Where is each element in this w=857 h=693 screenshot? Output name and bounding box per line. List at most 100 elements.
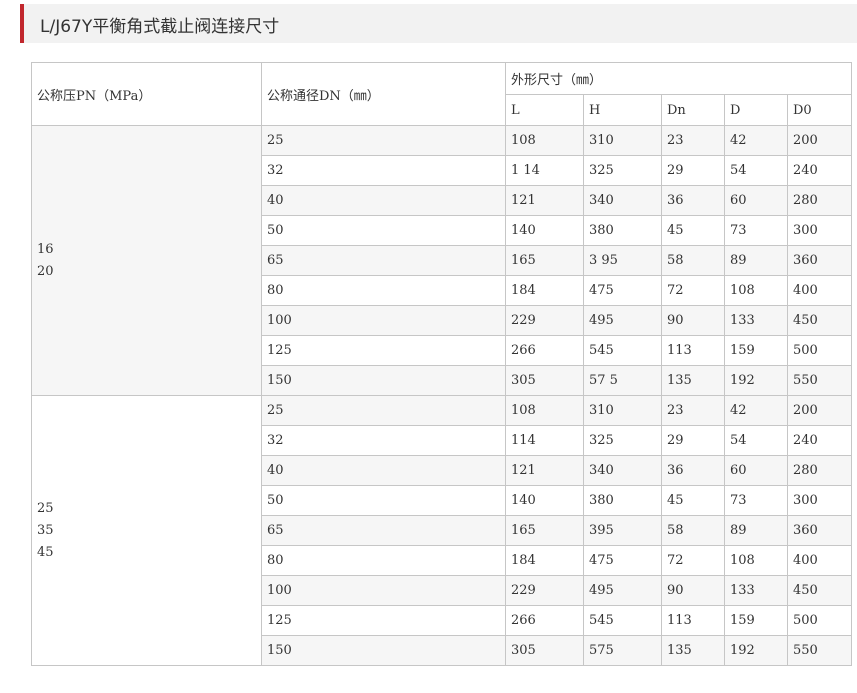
h-cell: 325 [583, 155, 662, 186]
dn-size-cell: 29 [661, 155, 725, 186]
page-title: L/J67Y平衡角式截止阀连接尺寸 [40, 17, 280, 37]
l-cell: 108 [505, 125, 584, 156]
l-cell: 108 [505, 395, 584, 426]
d-cell: 89 [724, 245, 788, 276]
dn-cell: 150 [261, 365, 506, 396]
d0-cell: 500 [786, 605, 853, 636]
subheader-d0: D0 [786, 94, 853, 126]
d0-cell: 280 [786, 455, 853, 486]
l-cell: 114 [505, 425, 584, 456]
d-cell: 108 [724, 545, 788, 576]
d-cell: 159 [724, 605, 788, 636]
d-cell: 54 [724, 155, 788, 186]
d0-cell: 300 [786, 215, 853, 246]
d-cell: 42 [724, 125, 788, 156]
header-pn: 公称压PN（MPa） [31, 62, 262, 126]
table-row: 25 35 45 25 108 310 23 42 200 [31, 395, 853, 666]
l-cell: 184 [505, 275, 584, 306]
dn-cell: 125 [261, 335, 506, 366]
d0-cell: 240 [786, 425, 853, 456]
dn-cell: 80 [261, 545, 506, 576]
d0-cell: 200 [786, 125, 853, 156]
h-cell: 310 [583, 395, 662, 426]
d-cell: 73 [724, 215, 788, 246]
subheader-dn: Dn [661, 94, 725, 126]
d-cell: 60 [724, 185, 788, 216]
dn-size-cell: 45 [661, 485, 725, 516]
dn-size-cell: 90 [661, 305, 725, 336]
dn-cell: 40 [261, 455, 506, 486]
dn-cell: 50 [261, 215, 506, 246]
dn-size-cell: 113 [661, 335, 725, 366]
dn-cell: 25 [261, 395, 506, 426]
h-cell: 545 [583, 335, 662, 366]
subheader-l: L [505, 94, 584, 126]
dn-cell: 65 [261, 245, 506, 276]
d0-cell: 360 [786, 515, 853, 546]
pn-value: 45 [37, 544, 54, 560]
h-cell: 475 [583, 545, 662, 576]
pn-value: 20 [37, 263, 54, 279]
dimension-table: 公称压PN（MPa） 公称通径DN（㎜） 外形尺寸（㎜） L H Dn D D0… [31, 62, 853, 666]
l-cell: 266 [505, 335, 584, 366]
h-cell: 310 [583, 125, 662, 156]
d0-cell: 200 [786, 395, 853, 426]
dn-cell: 25 [261, 125, 506, 156]
l-cell: 184 [505, 545, 584, 576]
dn-size-cell: 90 [661, 575, 725, 606]
dn-size-cell: 36 [661, 455, 725, 486]
h-cell: 340 [583, 455, 662, 486]
h-cell: 495 [583, 575, 662, 606]
dn-size-cell: 29 [661, 425, 725, 456]
d-cell: 192 [724, 365, 788, 396]
h-cell: 57 5 [583, 365, 662, 396]
d0-cell: 400 [786, 545, 853, 576]
table-body: 公称压PN（MPa） 公称通径DN（㎜） 外形尺寸（㎜） L H Dn D D0… [31, 62, 853, 666]
l-cell: 1 14 [505, 155, 584, 186]
dn-size-cell: 113 [661, 605, 725, 636]
l-cell: 121 [505, 455, 584, 486]
d0-cell: 240 [786, 155, 853, 186]
d-cell: 89 [724, 515, 788, 546]
subheader-d: D [724, 94, 788, 126]
subheader-h: H [583, 94, 662, 126]
d0-cell: 450 [786, 305, 853, 336]
l-cell: 140 [505, 215, 584, 246]
h-cell: 380 [583, 215, 662, 246]
dn-cell: 150 [261, 635, 506, 666]
dn-cell: 50 [261, 485, 506, 516]
header-row: 公称压PN（MPa） 公称通径DN（㎜） 外形尺寸（㎜） [31, 62, 853, 126]
h-cell: 475 [583, 275, 662, 306]
l-cell: 305 [505, 365, 584, 396]
d-cell: 73 [724, 485, 788, 516]
title-bar: L/J67Y平衡角式截止阀连接尺寸 [20, 4, 857, 43]
h-cell: 325 [583, 425, 662, 456]
dn-size-cell: 58 [661, 245, 725, 276]
d-cell: 54 [724, 425, 788, 456]
dn-cell: 125 [261, 605, 506, 636]
dn-cell: 32 [261, 155, 506, 186]
dn-size-cell: 45 [661, 215, 725, 246]
d0-cell: 450 [786, 575, 853, 606]
d-cell: 108 [724, 275, 788, 306]
d0-cell: 550 [786, 635, 853, 666]
h-cell: 495 [583, 305, 662, 336]
pn-value: 25 [37, 500, 54, 516]
dn-size-cell: 23 [661, 125, 725, 156]
d0-cell: 550 [786, 365, 853, 396]
dn-size-cell: 36 [661, 185, 725, 216]
header-dims: 外形尺寸（㎜） [504, 62, 853, 95]
l-cell: 229 [505, 575, 584, 606]
header-dn: 公称通径DN（㎜） [261, 62, 506, 126]
d0-cell: 280 [786, 185, 853, 216]
dn-cell: 65 [261, 515, 506, 546]
pn-value: 16 [37, 241, 54, 257]
dn-size-cell: 23 [661, 395, 725, 426]
dn-cell: 40 [261, 185, 506, 216]
dn-cell: 100 [261, 575, 506, 606]
l-cell: 121 [505, 185, 584, 216]
dn-cell: 100 [261, 305, 506, 336]
d-cell: 159 [724, 335, 788, 366]
dn-size-cell: 135 [661, 635, 725, 666]
l-cell: 305 [505, 635, 584, 666]
